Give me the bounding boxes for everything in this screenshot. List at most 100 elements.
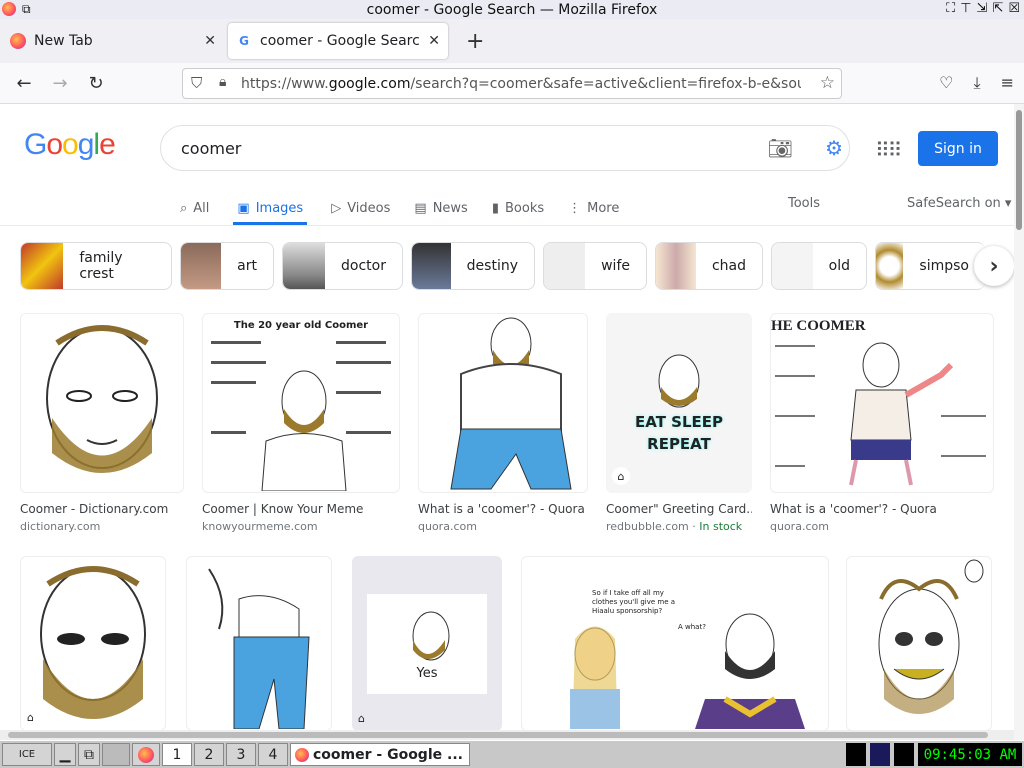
result-source[interactable]: quora.com [770,520,994,533]
search-settings-icon[interactable]: ⚙ [825,136,843,160]
image-result[interactable] [186,556,332,731]
workspace-1[interactable]: 1 [162,743,192,766]
result-source[interactable]: dictionary.com [20,520,184,533]
start-menu-icon[interactable]: ICE [2,743,52,766]
image-result[interactable]: Yes ⌂ [352,556,502,731]
result-title[interactable]: What is a 'coomer'? - Quora [418,502,588,516]
chip-thumbnail [876,243,904,289]
close-tab-icon[interactable]: ✕ [428,33,440,49]
network-monitor-icon [870,743,890,766]
close-tab-icon[interactable]: ✕ [204,33,216,49]
tab-all[interactable]: ⌕ All [180,194,209,222]
result-source[interactable]: quora.com [418,520,588,533]
search-box[interactable]: coomer 📷︎ ⚙ [160,125,850,171]
image-result[interactable]: HE COOMER What is a 'coomer'? - Quora qu… [770,313,994,533]
firefox-icon[interactable] [2,2,16,16]
url-bar[interactable]: ⛉ 🔒︎ https://www.google.com/search?q=coo… [182,68,842,99]
window-menu-icon[interactable]: ⧉ [22,2,31,17]
chip-wife[interactable]: wife [543,242,647,290]
sign-in-button[interactable]: Sign in [918,131,998,166]
pocket-icon[interactable]: ♡ [939,73,953,93]
result-thumbnail[interactable]: The 20 year old Coomer [202,313,400,493]
image-icon: ▣ [237,200,250,216]
tab-news[interactable]: ▤ News [414,194,467,222]
chip-simpson[interactable]: simpso [875,242,985,290]
result-thumbnail[interactable] [846,556,992,731]
bookmark-star-icon[interactable]: ☆ [820,73,835,93]
lock-icon[interactable]: 🔒︎ [219,74,226,90]
tab-images[interactable]: ▣ Images [233,194,308,225]
back-icon[interactable]: ← [6,73,42,94]
safesearch-dropdown[interactable]: SafeSearch on ▾ [907,196,1011,211]
image-result[interactable]: ⌂ [20,556,166,731]
close-window-icon[interactable]: ☒ [1008,1,1020,16]
workspace-2[interactable]: 2 [194,743,224,766]
chip-chad[interactable]: chad [655,242,763,290]
result-source[interactable]: redbubble.com · In stock [606,520,752,533]
result-thumbnail[interactable] [20,313,184,493]
maximize-icon[interactable]: ⛶ [946,1,955,16]
tab-google-search[interactable]: G coomer - Google Search ✕ [228,23,448,59]
chips-next-arrow-icon[interactable]: › [974,246,1014,286]
chip-destiny[interactable]: destiny [411,242,535,290]
image-result[interactable]: What is a 'coomer'? - Quora quora.com [418,313,588,533]
url-text[interactable]: https://www.google.com/search?q=coomer&s… [241,76,801,92]
page-content: Google coomer 📷︎ ⚙ ⠿⠿ Sign in ⌕ All ▣ Imag… [0,104,1014,740]
firefox-launcher-icon[interactable] [132,743,160,766]
result-thumbnail[interactable] [186,556,332,731]
tab-more[interactable]: ⋮ More [568,194,619,222]
result-title[interactable]: Coomer - Dictionary.com [20,502,184,516]
reload-icon[interactable]: ↻ [78,73,114,94]
chip-old[interactable]: old [771,242,867,290]
cpu-monitor-icon [846,743,866,766]
image-result[interactable]: EAT SLEEP REPEAT ⌂ Coomer" Greeting Card… [606,313,752,533]
clock[interactable]: 09:45:03 AM [918,743,1022,766]
google-logo[interactable]: Google [24,128,116,162]
terminal-launcher-icon[interactable] [102,743,130,766]
shade-icon[interactable]: ⇱ [992,1,1003,16]
result-thumbnail[interactable]: So if I take off all my clothes you'll g… [521,556,829,731]
result-title[interactable]: Coomer" Greeting Card... [606,502,752,516]
search-input[interactable]: coomer [181,139,241,158]
pin-icon[interactable]: ⊤ [960,1,971,16]
result-thumbnail[interactable] [418,313,588,493]
shield-icon[interactable]: ⛉ [191,74,202,92]
result-thumbnail[interactable]: HE COOMER [770,313,994,493]
downloads-icon[interactable]: ⤓ [974,73,981,93]
vertical-scrollbar[interactable] [1014,104,1024,740]
image-result[interactable]: The 20 year old Coomer Coomer | Know You… [202,313,400,533]
result-thumbnail[interactable]: ⌂ [20,556,166,731]
chip-family-crest[interactable]: family crest [20,242,172,290]
image-result[interactable] [846,556,992,731]
tab-videos[interactable]: ▷ Videos [331,194,390,222]
result-title[interactable]: Coomer | Know Your Meme [202,502,400,516]
chip-thumbnail [656,243,696,289]
camera-icon[interactable]: 📷︎ [768,136,793,160]
result-source[interactable]: knowyourmeme.com [202,520,400,533]
workspace-3[interactable]: 3 [226,743,256,766]
restore-icon[interactable]: ⇲ [977,1,988,16]
image-result[interactable]: So if I take off all my clothes you'll g… [521,556,829,731]
image-result[interactable]: Coomer - Dictionary.com dictionary.com [20,313,184,533]
result-thumbnail[interactable]: Yes ⌂ [352,556,502,731]
book-icon: ▮ [491,200,499,216]
horizontal-scrollbar[interactable] [0,730,1014,740]
forward-icon[interactable]: → [42,73,78,94]
memory-monitor-icon [894,743,914,766]
result-title[interactable]: What is a 'coomer'? - Quora [770,502,994,516]
menu-icon[interactable]: ≡ [1001,73,1014,93]
result-thumbnail[interactable]: EAT SLEEP REPEAT ⌂ [606,313,752,493]
task-firefox-window[interactable]: coomer - Google ... [290,743,470,766]
show-desktop-icon[interactable]: ▁ [54,743,76,766]
chip-art[interactable]: art [180,242,274,290]
window-list-icon[interactable]: ⧉ [78,743,100,766]
chip-doctor[interactable]: doctor [282,242,403,290]
scrollbar-thumb[interactable] [1016,110,1022,230]
apps-grid-icon[interactable]: ⠿⠿ [875,138,902,162]
tab-books[interactable]: ▮ Books [492,194,544,222]
workspace-4[interactable]: 4 [258,743,288,766]
tools-button[interactable]: Tools [788,196,820,211]
new-tab-icon[interactable]: + [466,29,484,54]
play-icon: ▷ [331,200,342,216]
tab-new-tab[interactable]: New Tab ✕ [2,23,224,59]
